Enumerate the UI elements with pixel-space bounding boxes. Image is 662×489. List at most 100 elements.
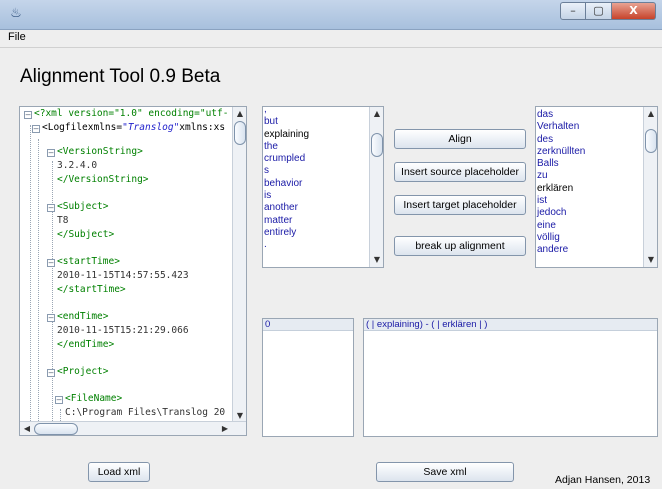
scroll-down-icon[interactable]: ▼ <box>370 253 383 267</box>
xml-vertical-scrollbar[interactable]: ▲ ▼ <box>232 107 246 423</box>
xml-tree-node[interactable]: 2010-11-15T15:21:29.066 <box>57 324 189 338</box>
word-list-item[interactable]: the <box>264 141 309 153</box>
xml-tree-node[interactable]: <startTime> <box>57 255 120 269</box>
xml-tree-node[interactable]: <FileName> <box>65 392 122 406</box>
word-list-item[interactable]: . <box>264 239 309 251</box>
alignment-index-panel[interactable]: 0 <box>262 318 354 437</box>
target-words-list[interactable]: das Verhalten des zerknüllten Balls zu erkläre… <box>537 109 585 257</box>
xml-token: </endTime> <box>57 339 115 350</box>
xml-tree-node[interactable]: T8 <box>57 214 68 228</box>
word-list-item[interactable]: is <box>264 190 309 202</box>
target-vertical-scrollbar[interactable]: ▲ ▼ <box>643 107 657 267</box>
word-list-item[interactable]: des <box>537 134 585 146</box>
word-list-item[interactable]: zu <box>537 170 585 182</box>
collapse-toggle-icon[interactable]: – <box>55 396 63 404</box>
word-list-item[interactable]: behavior <box>264 178 309 190</box>
menu-bar: File <box>0 30 662 48</box>
xml-token: </Subject> <box>57 229 115 240</box>
save-xml-button[interactable]: Save xml <box>376 462 514 482</box>
close-button[interactable]: X <box>612 2 656 20</box>
align-button[interactable]: Align <box>394 129 526 149</box>
collapse-toggle-icon[interactable]: – <box>47 149 55 157</box>
collapse-toggle-icon[interactable]: – <box>47 314 55 322</box>
insert-target-placeholder-button[interactable]: Insert target placeholder <box>394 195 526 215</box>
xml-vertical-thumb[interactable] <box>234 121 246 145</box>
xml-token: <Logfile <box>42 122 88 133</box>
xml-tree-node[interactable]: C:\Program Files\Translog 20 <box>65 406 225 420</box>
tree-guide-line <box>38 139 39 423</box>
word-list-item[interactable]: crumpled <box>264 153 309 165</box>
xml-tree-node[interactable]: <Project> <box>57 365 108 379</box>
load-xml-button[interactable]: Load xml <box>88 462 150 482</box>
word-list-item[interactable]: ist <box>537 195 585 207</box>
page-title: Alignment Tool 0.9 Beta <box>20 66 221 87</box>
alignment-index-item[interactable]: 0 <box>263 319 353 331</box>
xml-tree-node[interactable]: </endTime> <box>57 338 114 352</box>
xml-tree-node[interactable]: <endTime> <box>57 310 108 324</box>
word-list-item[interactable]: eine <box>537 220 585 232</box>
target-words-panel[interactable]: das Verhalten des zerknüllten Balls zu erkläre… <box>535 106 658 268</box>
xml-tree-node[interactable]: <VersionString> <box>57 145 143 159</box>
xml-tree-node[interactable]: <?xml version="1.0" encoding="utf- <box>34 107 228 121</box>
xml-tree-node[interactable]: </startTime> <box>57 283 126 297</box>
source-vertical-thumb[interactable] <box>371 133 383 157</box>
menu-file[interactable]: File <box>8 31 26 43</box>
xml-tree-node[interactable]: <Logfilexmlns="Translog"xmlns:xs <box>42 121 225 135</box>
insert-source-placeholder-button[interactable]: Insert source placeholder <box>394 162 526 182</box>
xml-tree[interactable]: – <?xml version="1.0" encoding="utf- – <Log… <box>20 107 231 423</box>
word-list-item[interactable]: s <box>264 165 309 177</box>
xml-token: "Translog" <box>122 122 180 133</box>
source-words-panel[interactable]: , but explaining the crumpled s behavior is anot… <box>262 106 384 268</box>
xml-tree-node[interactable]: 3.2.4.0 <box>57 159 97 173</box>
word-list-item[interactable]: Balls <box>537 158 585 170</box>
word-list-item[interactable]: Verhalten <box>537 121 585 133</box>
word-list-item[interactable]: matter <box>264 215 309 227</box>
source-words-list[interactable]: , but explaining the crumpled s behavior is anot… <box>264 107 309 252</box>
source-vertical-scrollbar[interactable]: ▲ ▼ <box>369 107 383 267</box>
collapse-toggle-icon[interactable]: – <box>47 369 55 377</box>
xml-tree-node[interactable]: </VersionString> <box>57 173 149 187</box>
tree-guide-line <box>52 161 53 423</box>
word-list-item[interactable]: entirely <box>264 227 309 239</box>
word-list-item[interactable]: völlig <box>537 232 585 244</box>
scroll-up-icon[interactable]: ▲ <box>370 107 383 121</box>
xml-token: 2010-11-15T14:57:55.423 <box>57 270 189 281</box>
xml-token: C:\Program Files\Translog 20 <box>65 407 226 418</box>
word-list-item[interactable]: zerknüllten <box>537 146 585 158</box>
xml-tree-node[interactable]: </Subject> <box>57 228 114 242</box>
collapse-toggle-icon[interactable]: – <box>24 111 32 119</box>
xml-tree-node[interactable]: <Subject> <box>57 200 108 214</box>
java-app-icon[interactable]: ♨ <box>8 6 24 22</box>
alignment-item[interactable]: ( | explaining) - ( | erklären | ) <box>364 319 657 331</box>
word-list-item[interactable]: erklären <box>537 183 585 195</box>
alignments-panel[interactable]: ( | explaining) - ( | erklären | ) <box>363 318 658 437</box>
xml-tree-node[interactable]: 2010-11-15T14:57:55.423 <box>57 269 189 283</box>
word-list-item[interactable]: but <box>264 116 309 128</box>
scroll-left-icon[interactable]: ◀ <box>20 422 34 435</box>
collapse-toggle-icon[interactable]: – <box>47 259 55 267</box>
word-list-item[interactable]: another <box>264 202 309 214</box>
word-list-item[interactable]: jedoch <box>537 207 585 219</box>
collapse-toggle-icon[interactable]: – <box>32 125 40 133</box>
xml-token: 2010-11-15T15:21:29.066 <box>57 325 189 336</box>
scroll-up-icon[interactable]: ▲ <box>644 107 657 121</box>
break-up-alignment-button[interactable]: break up alignment <box>394 236 526 256</box>
word-list-item[interactable]: explaining <box>264 129 309 141</box>
word-list-item[interactable]: , <box>264 107 309 116</box>
xml-token: <Project> <box>57 366 109 377</box>
xml-tree-panel[interactable]: – <?xml version="1.0" encoding="utf- – <Log… <box>19 106 247 436</box>
collapse-toggle-icon[interactable]: – <box>47 204 55 212</box>
minimize-button[interactable]: – <box>560 2 586 20</box>
target-vertical-thumb[interactable] <box>645 129 657 153</box>
xml-token: <endTime> <box>57 311 109 322</box>
xml-token: <FileName> <box>65 393 123 404</box>
maximize-button[interactable]: ▢ <box>586 2 612 20</box>
word-list-item[interactable]: andere <box>537 244 585 256</box>
xml-horizontal-thumb[interactable] <box>34 423 78 435</box>
author-credit: Adjan Hansen, 2013 <box>555 474 651 486</box>
scroll-right-icon[interactable]: ▶ <box>218 422 232 435</box>
scroll-down-icon[interactable]: ▼ <box>644 253 657 267</box>
xml-horizontal-scrollbar[interactable]: ◀ ▶ <box>20 421 246 435</box>
scroll-up-icon[interactable]: ▲ <box>233 107 246 121</box>
word-list-item[interactable]: das <box>537 109 585 121</box>
